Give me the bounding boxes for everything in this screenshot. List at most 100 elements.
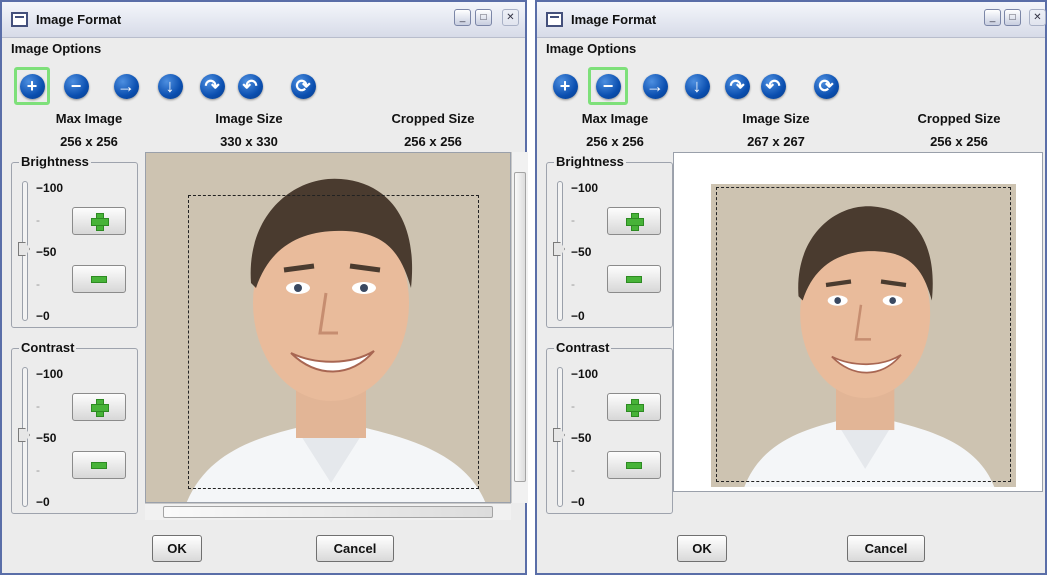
contrast-tick-minor: - xyxy=(571,463,575,477)
arrow-right-icon: → xyxy=(113,73,139,99)
arrow-down-icon: ↓ xyxy=(684,73,710,99)
contrast-group: Contrast −100 - −50 - −0 xyxy=(11,340,138,514)
contrast-tick-minor: - xyxy=(571,399,575,413)
maximize-button[interactable]: □ xyxy=(475,9,492,26)
image-canvas[interactable] xyxy=(145,152,511,503)
zoom-in-icon: + xyxy=(19,73,45,99)
max-image-header: Max Image xyxy=(55,111,123,126)
brightness-label: Brightness xyxy=(554,154,626,169)
brightness-decrease-button[interactable] xyxy=(72,265,126,293)
zoom-out-icon: − xyxy=(63,73,89,99)
max-image-value: 256 x 256 xyxy=(60,134,118,149)
minus-icon xyxy=(91,275,107,283)
image-size-value: 267 x 267 xyxy=(747,134,805,149)
horizontal-scroll-thumb[interactable] xyxy=(163,506,493,518)
plus-icon xyxy=(91,213,109,231)
brightness-decrease-button[interactable] xyxy=(607,265,661,293)
window-icon xyxy=(546,12,563,27)
arrow-down-icon: ↓ xyxy=(157,73,183,99)
close-button[interactable]: ✕ xyxy=(502,9,519,26)
brightness-slider-thumb[interactable] xyxy=(18,242,30,256)
window-icon xyxy=(11,12,28,27)
image-size-header: Image Size xyxy=(742,111,810,126)
brightness-tick-0: −0 xyxy=(36,309,50,323)
plus-icon xyxy=(626,213,644,231)
minimize-button[interactable]: _ xyxy=(984,9,1001,26)
vertical-scrollbar[interactable] xyxy=(511,152,528,503)
rotate-right-button[interactable]: ↷ xyxy=(719,67,755,105)
contrast-slider-thumb[interactable] xyxy=(18,428,30,442)
title-bar[interactable]: Image Format _ □ ✕ xyxy=(2,2,525,38)
crop-rectangle[interactable] xyxy=(188,195,479,489)
zoom-out-button[interactable]: − xyxy=(58,67,94,105)
brightness-group: Brightness −100 - −50 - −0 xyxy=(546,154,673,328)
image-format-window-left: Image Format _ □ ✕ Image Options + − → ↓… xyxy=(0,0,528,575)
brightness-slider-thumb[interactable] xyxy=(553,242,565,256)
move-down-button[interactable]: ↓ xyxy=(679,67,715,105)
contrast-label: Contrast xyxy=(554,340,612,355)
minus-icon xyxy=(626,275,642,283)
zoom-in-icon: + xyxy=(552,73,578,99)
vertical-scroll-thumb[interactable] xyxy=(514,172,526,482)
minus-icon xyxy=(626,461,642,469)
move-down-button[interactable]: ↓ xyxy=(152,67,188,105)
horizontal-scrollbar[interactable] xyxy=(145,503,511,520)
image-canvas[interactable] xyxy=(673,152,1043,492)
brightness-increase-button[interactable] xyxy=(72,207,126,235)
brightness-tick-minor: - xyxy=(571,213,575,227)
brightness-tick-minor: - xyxy=(36,277,40,291)
rotate-left-icon: ↶ xyxy=(237,73,263,99)
contrast-tick-minor: - xyxy=(36,463,40,477)
image-size-header: Image Size xyxy=(215,111,283,126)
title-bar[interactable]: Image Format _ □ ✕ xyxy=(537,2,1046,38)
brightness-tick-minor: - xyxy=(36,213,40,227)
window-title: Image Format xyxy=(571,12,657,27)
max-image-value: 256 x 256 xyxy=(586,134,644,149)
zoom-out-icon: − xyxy=(595,73,621,99)
ok-button[interactable]: OK xyxy=(677,535,727,562)
move-right-button[interactable]: → xyxy=(637,67,673,105)
refresh-button[interactable]: ⟳ xyxy=(808,67,844,105)
zoom-in-button[interactable]: + xyxy=(14,67,50,105)
contrast-tick-50: −50 xyxy=(571,431,592,445)
brightness-tick-50: −50 xyxy=(36,245,57,259)
zoom-in-button[interactable]: + xyxy=(547,67,583,105)
refresh-button[interactable]: ⟳ xyxy=(285,67,321,105)
plus-icon xyxy=(626,399,644,417)
brightness-tick-minor: - xyxy=(571,277,575,291)
rotate-left-button[interactable]: ↶ xyxy=(232,67,268,105)
image-options-label: Image Options xyxy=(11,41,102,56)
zoom-out-button[interactable]: − xyxy=(588,67,628,105)
rotate-right-button[interactable]: ↷ xyxy=(194,67,230,105)
contrast-tick-0: −0 xyxy=(571,495,585,509)
crop-rectangle[interactable] xyxy=(716,187,1011,482)
cancel-button[interactable]: Cancel xyxy=(316,535,394,562)
brightness-tick-50: −50 xyxy=(571,245,592,259)
rotate-right-icon: ↷ xyxy=(724,73,750,99)
image-size-value: 330 x 330 xyxy=(220,134,278,149)
contrast-increase-button[interactable] xyxy=(72,393,126,421)
contrast-increase-button[interactable] xyxy=(607,393,661,421)
cancel-button[interactable]: Cancel xyxy=(847,535,925,562)
brightness-increase-button[interactable] xyxy=(607,207,661,235)
contrast-group: Contrast −100 - −50 - −0 xyxy=(546,340,673,514)
contrast-tick-0: −0 xyxy=(36,495,50,509)
brightness-tick-100: −100 xyxy=(571,181,599,195)
contrast-decrease-button[interactable] xyxy=(72,451,126,479)
ok-button[interactable]: OK xyxy=(152,535,202,562)
rotate-left-button[interactable]: ↶ xyxy=(755,67,791,105)
contrast-slider-thumb[interactable] xyxy=(553,428,565,442)
plus-icon xyxy=(91,399,109,417)
contrast-tick-minor: - xyxy=(36,399,40,413)
minus-icon xyxy=(91,461,107,469)
contrast-decrease-button[interactable] xyxy=(607,451,661,479)
move-right-button[interactable]: → xyxy=(108,67,144,105)
contrast-label: Contrast xyxy=(19,340,77,355)
brightness-label: Brightness xyxy=(19,154,91,169)
minimize-button[interactable]: _ xyxy=(454,9,471,26)
brightness-tick-0: −0 xyxy=(571,309,585,323)
close-button[interactable]: ✕ xyxy=(1029,9,1046,26)
brightness-group: Brightness −100 - −50 - −0 xyxy=(11,154,138,328)
max-image-header: Max Image xyxy=(581,111,649,126)
maximize-button[interactable]: □ xyxy=(1004,9,1021,26)
